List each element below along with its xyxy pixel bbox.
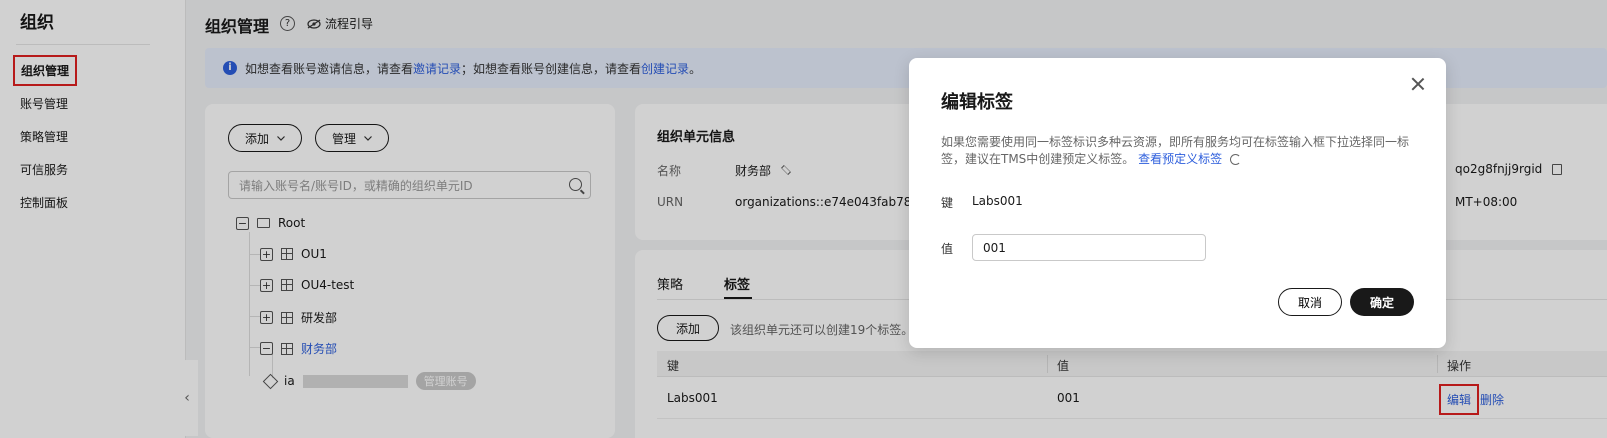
refresh-icon[interactable] — [1229, 154, 1241, 165]
key-label: 键 — [941, 196, 954, 210]
dialog-title: 编辑标签 — [941, 92, 1013, 113]
view-predefined-tags-link[interactable]: 查看预定义标签 — [1138, 152, 1222, 166]
tag-value-input[interactable] — [972, 234, 1206, 261]
close-icon[interactable] — [1410, 76, 1426, 92]
value-label: 值 — [941, 242, 954, 256]
cancel-button[interactable]: 取消 — [1278, 288, 1342, 316]
dialog-description: 如果您需要使用同一标签标识多种云资源，即所有服务均可在标签输入框下拉选择同一标签… — [941, 134, 1411, 168]
key-value: Labs001 — [972, 194, 1023, 208]
edit-tag-dialog: 编辑标签 如果您需要使用同一标签标识多种云资源，即所有服务均可在标签输入框下拉选… — [909, 58, 1446, 348]
confirm-button[interactable]: 确定 — [1350, 288, 1414, 316]
